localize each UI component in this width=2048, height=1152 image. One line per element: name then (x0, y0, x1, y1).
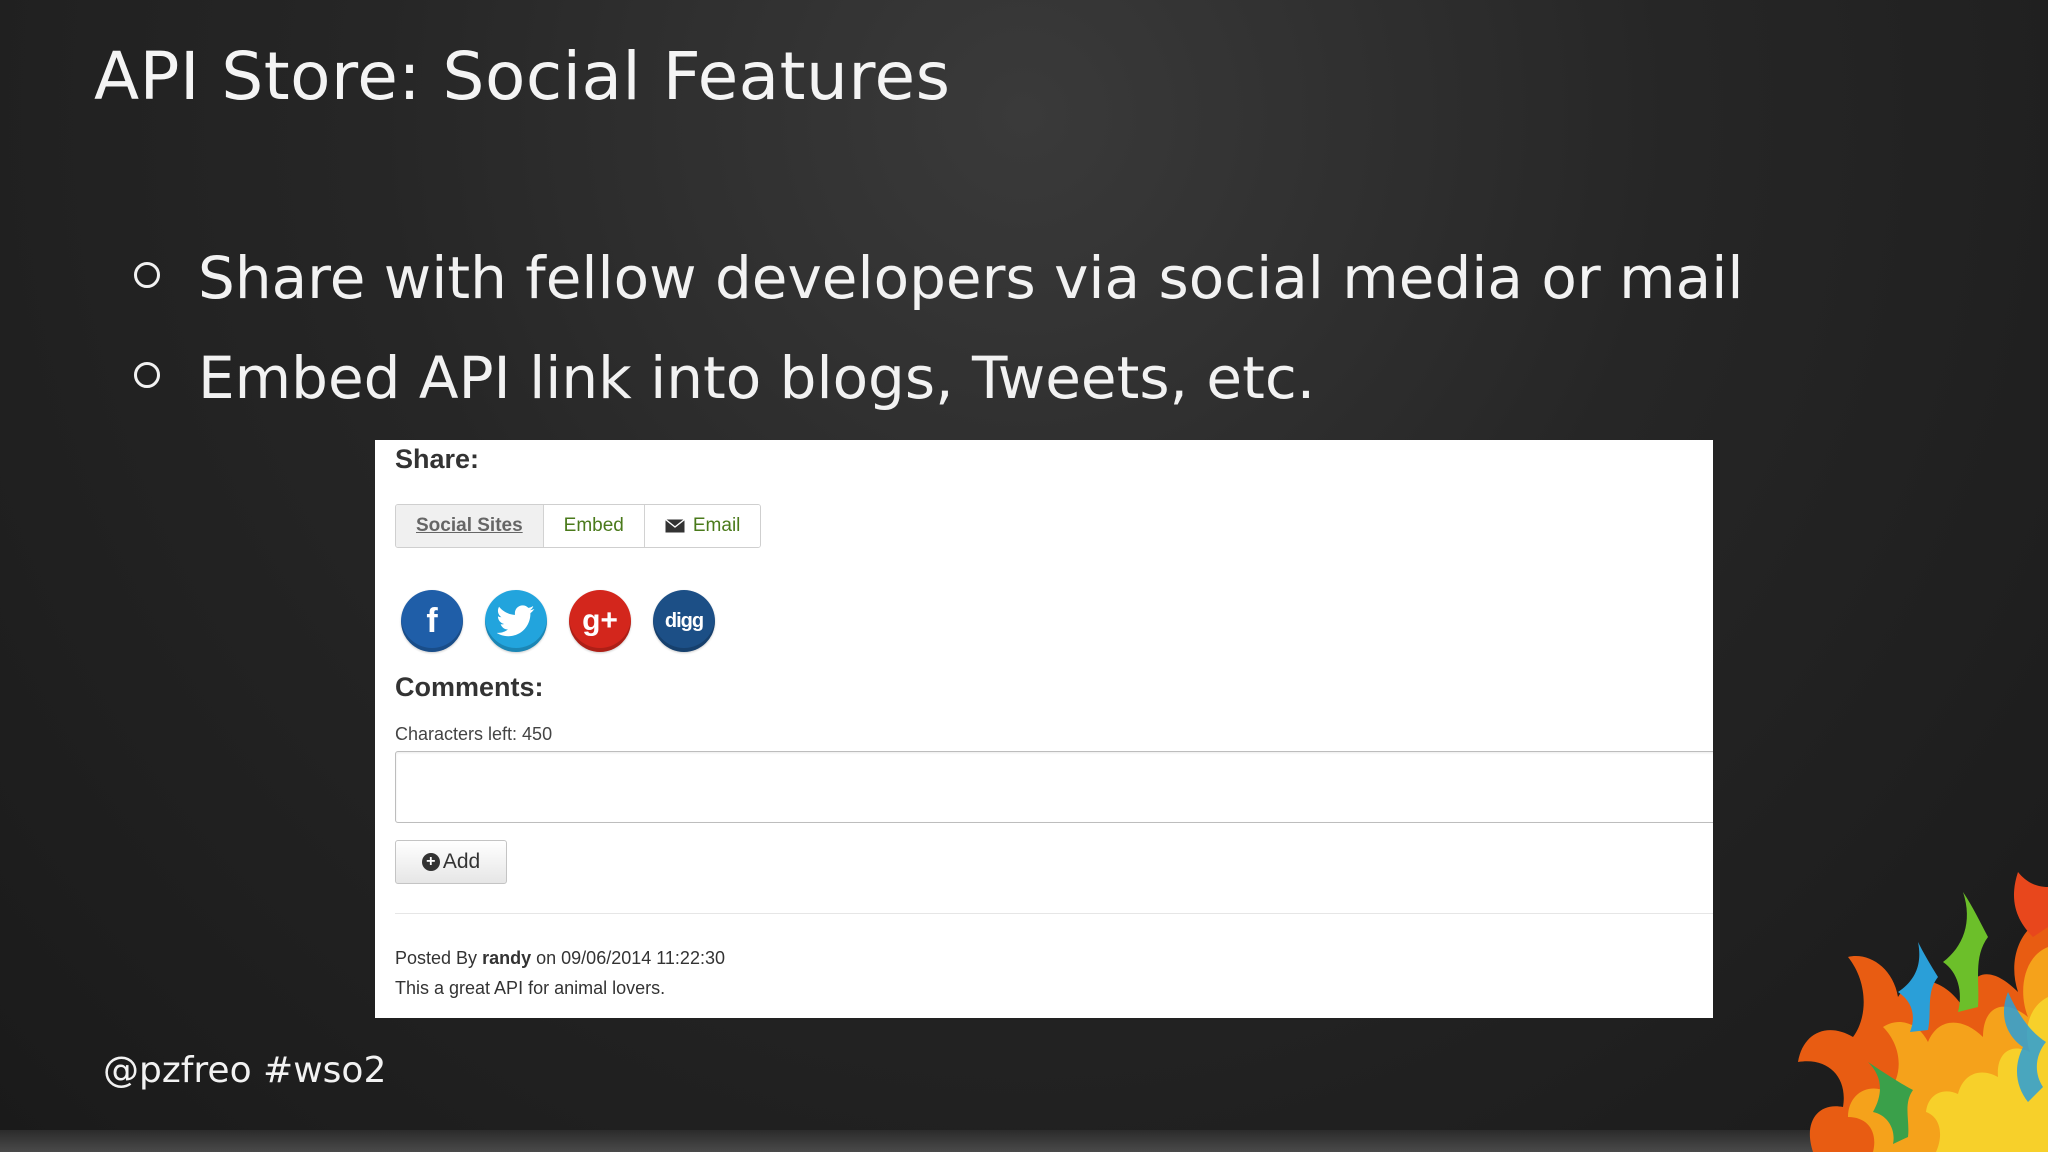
plus-circle-icon: + (421, 853, 440, 871)
bullet-item: Embed API link into blogs, Tweets, etc. (134, 328, 1743, 428)
digg-icon[interactable]: digg (653, 590, 715, 652)
comments-heading: Comments: (395, 672, 544, 702)
twitter-icon[interactable] (485, 590, 547, 652)
posted-by-prefix: Posted By (395, 948, 478, 968)
envelope-icon (664, 519, 685, 533)
comment-author: randy (482, 948, 532, 968)
twitter-bird-icon (497, 605, 535, 637)
share-comments-screenshot: Share: Social Sites Embed Email f g+ dig… (375, 440, 1713, 1018)
add-comment-button[interactable]: + Add (395, 840, 507, 884)
bullet-circle-icon (134, 262, 160, 288)
bullet-text: Embed API link into blogs, Tweets, etc. (198, 344, 1316, 412)
divider (395, 913, 1713, 914)
comment-timestamp: 09/06/2014 11:22:30 (561, 948, 725, 968)
share-heading: Share: (395, 444, 480, 474)
tab-email-label: Email (692, 515, 741, 536)
social-share-icons: f g+ digg (401, 590, 715, 652)
bullet-list: Share with fellow developers via social … (134, 228, 1743, 428)
add-button-label: Add (442, 850, 481, 873)
facebook-icon[interactable]: f (401, 590, 463, 652)
sun-logo-icon (1798, 872, 2048, 1152)
share-tabs: Social Sites Embed Email (395, 504, 762, 548)
google-plus-icon[interactable]: g+ (569, 590, 631, 652)
footer-handle: @pzfreo #wso2 (103, 1050, 387, 1091)
bullet-text: Share with fellow developers via social … (198, 244, 1744, 312)
characters-left-counter: Characters left: 450 (395, 724, 553, 744)
tab-email[interactable]: Email (644, 505, 761, 547)
posted-on-label: on (536, 948, 557, 968)
comment-meta: Posted By randy on 09/06/2014 11:22:30 (395, 948, 725, 969)
comment-input[interactable] (395, 751, 1713, 823)
slide-title: API Store: Social Features (94, 38, 951, 115)
bullet-item: Share with fellow developers via social … (134, 228, 1743, 328)
tab-embed[interactable]: Embed (543, 505, 645, 547)
tab-social-sites[interactable]: Social Sites (396, 505, 544, 547)
comment-body: This a great API for animal lovers. (395, 978, 666, 998)
bullet-circle-icon (134, 362, 160, 388)
